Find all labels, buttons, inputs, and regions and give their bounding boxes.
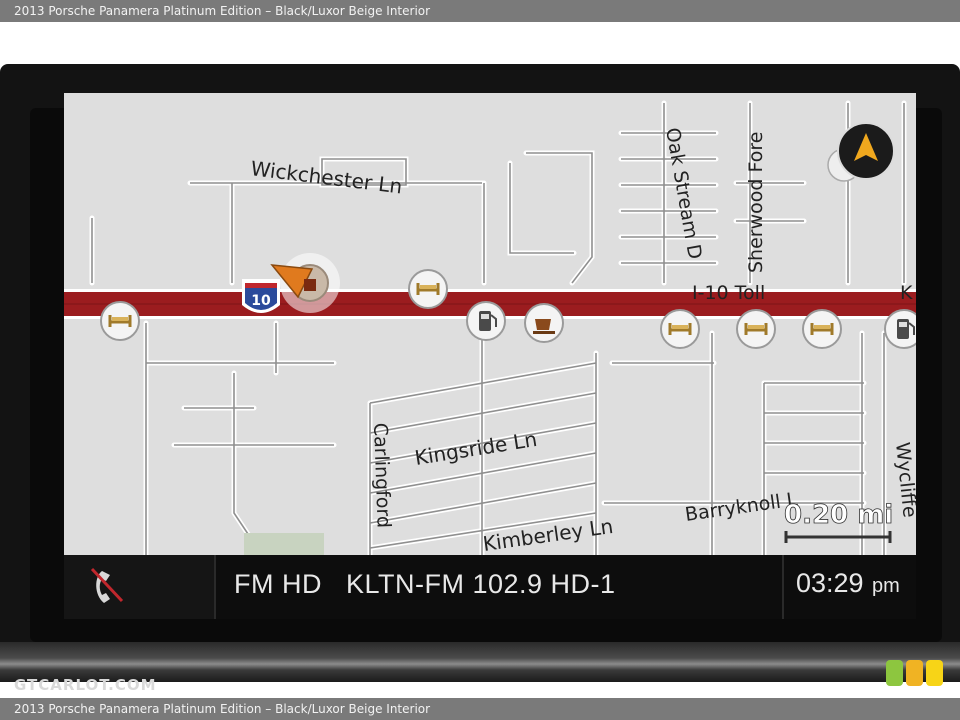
hotel-icon[interactable] — [736, 309, 776, 349]
badge-yellow — [926, 660, 943, 686]
caption-bottom: 2013 Porsche Panamera Platinum Edition –… — [0, 698, 960, 720]
park-area — [244, 533, 324, 555]
scale-label: 0.20 mi — [784, 500, 893, 530]
clock-ampm: pm — [872, 575, 900, 597]
site-badge — [886, 660, 946, 688]
clock-time: 03:29 — [796, 568, 864, 598]
label-sherwood: Sherwood Fore — [745, 132, 767, 273]
highway-shield: 10 — [242, 279, 280, 313]
clock: 03:29 pm — [782, 555, 916, 619]
badge-green — [886, 660, 903, 686]
scale-bar: 0.20 mi — [784, 500, 894, 543]
radio-band: FM HD — [234, 569, 322, 599]
phone-button[interactable] — [64, 555, 216, 619]
caption-top: 2013 Porsche Panamera Platinum Edition –… — [0, 0, 960, 22]
label-i10-toll: I-10 Toll — [692, 282, 765, 304]
badge-orange — [906, 660, 923, 686]
phone-disconnected-icon — [90, 567, 124, 603]
label-carlingford: Carlingford — [369, 422, 395, 528]
hotel-icon[interactable] — [100, 301, 140, 341]
fuel-icon[interactable] — [466, 301, 506, 341]
coffee-icon[interactable] — [524, 303, 564, 343]
fuel-icon[interactable] — [884, 309, 916, 349]
navigation-map[interactable]: Wickchester Ln Oak Stream D Sherwood For… — [64, 93, 916, 555]
label-k: K — [900, 282, 913, 304]
hotel-icon[interactable] — [802, 309, 842, 349]
watermark: GTCARLOT.COM — [14, 676, 157, 694]
hotel-icon[interactable] — [408, 269, 448, 309]
hotel-icon[interactable] — [660, 309, 700, 349]
radio-station: KLTN-FM 102.9 HD-1 — [346, 569, 616, 599]
status-bar: FM HD KLTN-FM 102.9 HD-1 03:29 pm — [64, 555, 916, 619]
shield-number: 10 — [251, 293, 271, 309]
radio-info[interactable]: FM HD KLTN-FM 102.9 HD-1 — [234, 569, 616, 600]
navigation-screen: Wickchester Ln Oak Stream D Sherwood For… — [64, 93, 916, 619]
